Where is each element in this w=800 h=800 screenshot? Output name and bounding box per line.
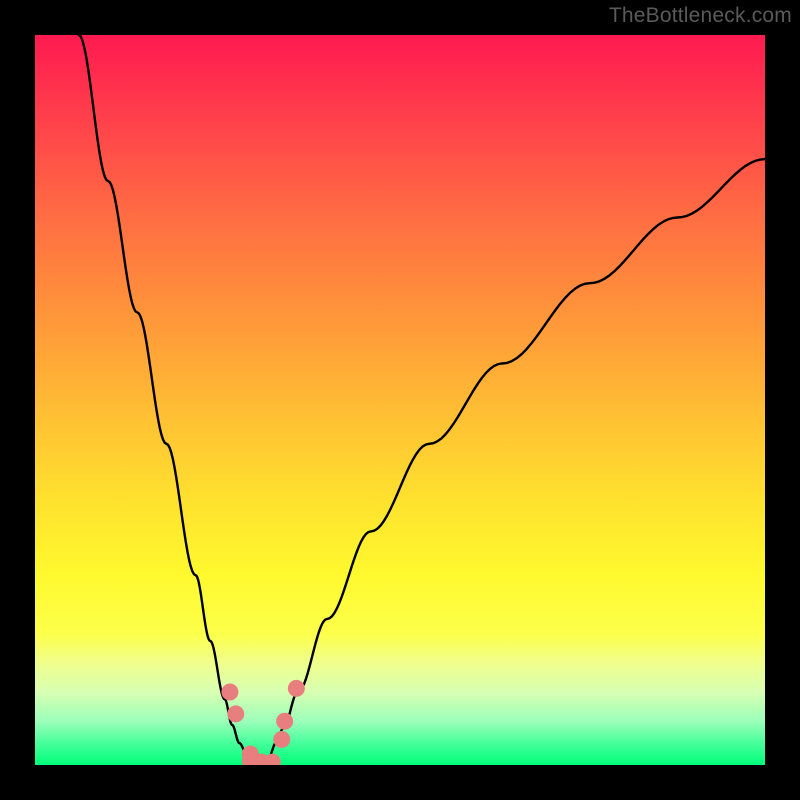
marker-1 [227, 705, 244, 722]
curve-left-branch [79, 35, 261, 765]
data-markers [221, 680, 304, 765]
curve-layer [35, 35, 765, 765]
chart-frame: TheBottleneck.com [0, 0, 800, 800]
curve-right-branch [261, 159, 765, 765]
marker-0 [221, 684, 238, 701]
marker-7 [276, 713, 293, 730]
plot-area [35, 35, 765, 765]
bottleneck-curve [79, 35, 765, 765]
marker-8 [288, 680, 305, 697]
marker-6 [273, 731, 290, 748]
watermark-text: TheBottleneck.com [609, 4, 792, 28]
